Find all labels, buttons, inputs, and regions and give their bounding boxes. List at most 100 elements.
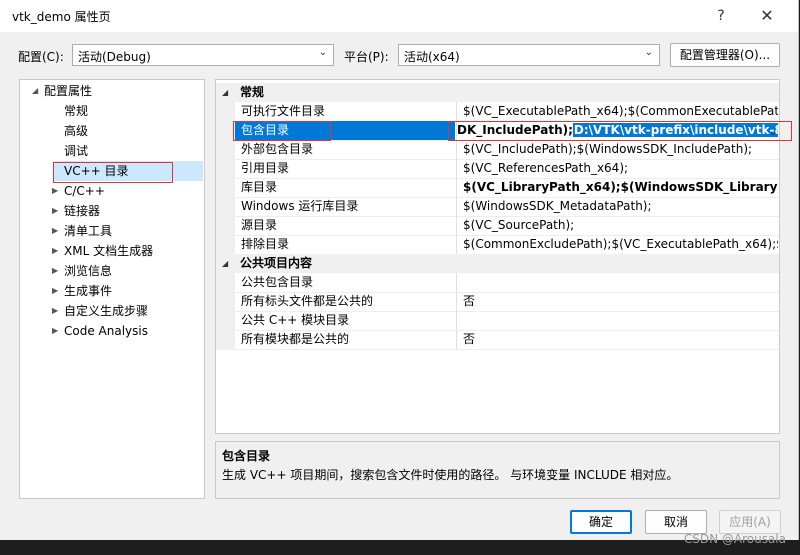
property-name: 公共 C++ 模块目录 [241, 313, 350, 327]
tree-item-label: Code Analysis [64, 324, 148, 338]
tree-item-vc-directories[interactable]: VC++ 目录 [53, 161, 203, 181]
title-bar: vtk_demo 属性页 ? ✕ [0, 0, 798, 32]
property-row[interactable]: 所有标头文件都是公共的 否 [216, 292, 779, 312]
expand-triangle-icon[interactable]: ▶ [52, 241, 58, 261]
tree-item-build-events[interactable]: ▶ 生成事件 [52, 281, 112, 301]
property-value[interactable]: $(VC_ReferencesPath_x64); [456, 159, 778, 178]
tree-item-advanced[interactable]: 高级 [64, 121, 88, 141]
help-icon[interactable]: ? [710, 6, 732, 26]
config-manager-button[interactable]: 配置管理器(O)... [670, 43, 780, 67]
property-name: Windows 运行库目录 [241, 199, 359, 213]
platform-value: 活动(x64) [404, 50, 460, 64]
property-row[interactable]: 排除目录 $(CommonExcludePath);$(VC_Executabl… [216, 235, 779, 255]
cancel-button[interactable]: 取消 [645, 510, 707, 534]
property-name: 公共包含目录 [241, 275, 314, 289]
property-row[interactable]: Windows 运行库目录 $(WindowsSDK_MetadataPath)… [216, 197, 779, 217]
config-label: 配置(C): [18, 50, 64, 64]
background-editor-strip [0, 540, 800, 555]
property-value[interactable]: $(VC_LibraryPath_x64);$(WindowsSDK_Libra… [456, 178, 778, 197]
row-gutter [216, 235, 235, 254]
config-value: 活动(Debug) [78, 50, 151, 64]
property-name: 包含目录 [241, 123, 290, 137]
chevron-down-icon: ⌄ [644, 47, 653, 58]
collapse-triangle-icon[interactable]: ◢ [222, 83, 228, 102]
expand-triangle-icon[interactable]: ▶ [52, 301, 58, 321]
property-pages-dialog: vtk_demo 属性页 ? ✕ 配置(C): 活动(Debug) ⌄ 平台(P… [0, 0, 799, 555]
row-gutter [216, 311, 235, 330]
tree-item-cpp[interactable]: ▶ C/C++ [52, 181, 105, 201]
property-value[interactable]: $(VC_SourcePath); [456, 216, 778, 235]
property-row[interactable]: 所有模块都是公共的 否 [216, 330, 779, 350]
expand-triangle-icon[interactable]: ▶ [52, 321, 58, 341]
collapse-triangle-icon[interactable]: ◢ [222, 254, 228, 273]
property-value[interactable]: 否 [456, 330, 778, 349]
row-gutter [216, 273, 235, 292]
collapse-triangle-icon[interactable]: ◢ [32, 81, 38, 101]
tree-item-label: 常规 [64, 104, 89, 118]
ok-button[interactable]: 确定 [570, 510, 632, 534]
tree-item-custom-build[interactable]: ▶ 自定义生成步骤 [52, 301, 148, 321]
value-prefix: DK_IncludePath); [457, 123, 573, 137]
property-row[interactable]: 源目录 $(VC_SourcePath); [216, 216, 779, 236]
expand-triangle-icon[interactable]: ▶ [52, 181, 58, 201]
category-label: 公共项目内容 [240, 256, 313, 270]
tree-item-linker[interactable]: ▶ 链接器 [52, 201, 101, 221]
row-gutter [216, 102, 235, 121]
description-panel: 包含目录 生成 VC++ 项目期间，搜索包含文件时使用的路径。 与环境变量 IN… [215, 441, 780, 499]
config-select[interactable]: 活动(Debug) ⌄ [72, 44, 334, 66]
tree-item-label: 清单工具 [64, 224, 113, 238]
tree-item-manifest-tool[interactable]: ▶ 清单工具 [52, 221, 113, 241]
category-label: 常规 [240, 85, 265, 99]
expand-triangle-icon[interactable]: ▶ [52, 281, 58, 301]
tree-item-label: 链接器 [64, 204, 101, 218]
row-gutter [216, 292, 235, 311]
expand-triangle-icon[interactable]: ▶ [52, 221, 58, 241]
property-row[interactable]: 公共包含目录 [216, 273, 779, 293]
chevron-down-icon: ⌄ [318, 47, 327, 58]
property-row-include-dirs[interactable]: 包含目录 DK_IncludePath);D:\VTK\vtk-prefix\i… [216, 121, 779, 141]
property-value[interactable] [456, 273, 778, 292]
category-general[interactable]: ◢ 常规 [216, 83, 779, 102]
platform-label: 平台(P): [344, 50, 389, 64]
tree-item-debugging[interactable]: 调试 [64, 141, 88, 161]
property-row[interactable]: 外部包含目录 $(VC_IncludePath);$(WindowsSDK_In… [216, 140, 779, 160]
row-gutter [216, 197, 235, 216]
row-gutter [216, 216, 235, 235]
expand-triangle-icon[interactable]: ▶ [52, 201, 58, 221]
tree-root-label: 配置属性 [44, 84, 93, 98]
property-name: 排除目录 [241, 237, 290, 251]
property-name: 外部包含目录 [241, 142, 314, 156]
tree-item-xml-doc[interactable]: ▶ XML 文档生成器 [52, 241, 153, 261]
category-public-content[interactable]: ◢ 公共项目内容 [216, 254, 779, 273]
tree-root[interactable]: ◢ 配置属性 [32, 81, 93, 101]
property-value[interactable]: 否 [456, 292, 778, 311]
property-row[interactable]: 公共 C++ 模块目录 [216, 311, 779, 331]
watermark: CSDN @Arousala [683, 532, 786, 546]
tree-item-general[interactable]: 常规 [64, 101, 88, 121]
close-icon[interactable]: ✕ [756, 6, 778, 26]
property-value[interactable] [456, 311, 778, 330]
include-dirs-editor[interactable]: DK_IncludePath);D:\VTK\vtk-prefix\includ… [456, 121, 778, 140]
row-gutter [216, 178, 235, 197]
property-value[interactable]: $(CommonExcludePath);$(VC_ExecutablePath… [456, 235, 778, 254]
tree-item-label: 高级 [64, 124, 89, 138]
tree-item-browse-info[interactable]: ▶ 浏览信息 [52, 261, 112, 281]
tree-item-label: VC++ 目录 [64, 164, 129, 178]
description-body: 生成 VC++ 项目期间，搜索包含文件时使用的路径。 与环境变量 INCLUDE… [222, 468, 679, 482]
property-value[interactable]: $(VC_ExecutablePath_x64);$(CommonExecuta… [456, 102, 778, 121]
apply-button[interactable]: 应用(A) [719, 510, 781, 534]
expand-triangle-icon[interactable]: ▶ [52, 261, 58, 281]
platform-select[interactable]: 活动(x64) ⌄ [398, 44, 660, 66]
property-value[interactable]: $(VC_IncludePath);$(WindowsSDK_IncludePa… [456, 140, 778, 159]
property-tree: ◢ 配置属性 常规 高级 调试 VC++ 目录 ▶ C/C++ ▶ 链接器 ▶ 清单工… [19, 79, 205, 499]
property-row[interactable]: 引用目录 $(VC_ReferencesPath_x64); [216, 159, 779, 179]
row-gutter [216, 159, 235, 178]
property-row[interactable]: 可执行文件目录 $(VC_ExecutablePath_x64);$(Commo… [216, 102, 779, 122]
property-row[interactable]: 库目录 $(VC_LibraryPath_x64);$(WindowsSDK_L… [216, 178, 779, 198]
property-name: 源目录 [241, 218, 278, 232]
property-name: 引用目录 [241, 161, 290, 175]
property-name: 所有标头文件都是公共的 [241, 294, 374, 308]
value-selected-text: D:\VTK\vtk-prefix\include\vtk-8.2 [572, 123, 778, 137]
property-value[interactable]: $(WindowsSDK_MetadataPath); [456, 197, 778, 216]
tree-item-code-analysis[interactable]: ▶ Code Analysis [52, 321, 148, 341]
